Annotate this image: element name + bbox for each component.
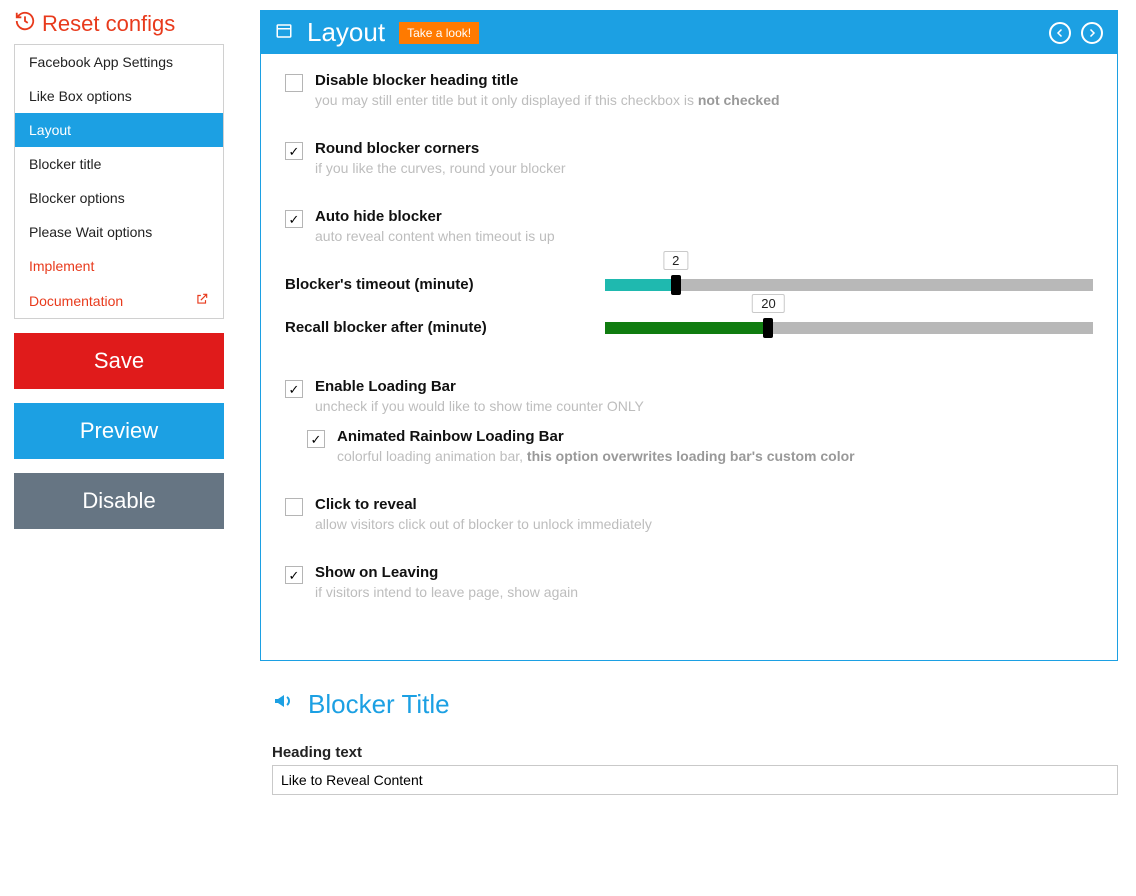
field-label: Disable blocker heading title — [315, 72, 780, 89]
reset-configs-label: Reset configs — [42, 11, 175, 37]
heading-text-label: Heading text — [272, 744, 1118, 761]
slider-row-timeout: Blocker's timeout (minute)2 — [285, 276, 1093, 293]
sidebar-item-layout[interactable]: Layout — [15, 113, 223, 147]
sidebar-item-blocker-options[interactable]: Blocker options — [15, 181, 223, 215]
field-desc: you may still enter title but it only di… — [315, 92, 780, 108]
section-title: Blocker Title — [308, 689, 450, 720]
checkbox-click-reveal[interactable] — [285, 498, 303, 516]
sidebar-item-please-wait-options[interactable]: Please Wait options — [15, 215, 223, 249]
history-icon — [14, 10, 36, 38]
checkbox-show-leaving[interactable] — [285, 566, 303, 584]
field-enable-loading: Enable Loading Bar uncheck if you would l… — [285, 378, 1093, 414]
take-a-look-chip[interactable]: Take a look! — [399, 22, 479, 44]
field-auto-hide: Auto hide blocker auto reveal content whe… — [285, 208, 1093, 244]
checkbox-auto-hide[interactable] — [285, 210, 303, 228]
slider-label: Blocker's timeout (minute) — [285, 276, 605, 293]
field-disable-heading: Disable blocker heading title you may sti… — [285, 72, 1093, 108]
external-link-icon — [195, 292, 209, 309]
field-show-leaving: Show on Leaving if visitors intend to lea… — [285, 564, 1093, 600]
disable-button[interactable]: Disable — [14, 473, 224, 529]
slider-handle[interactable] — [671, 275, 681, 295]
slider-handle[interactable] — [763, 318, 773, 338]
sidebar-item-documentation[interactable]: Documentation — [15, 283, 223, 318]
layout-panel: Layout Take a look! Disable blocker head… — [260, 10, 1118, 661]
heading-text-input[interactable] — [272, 765, 1118, 795]
sidebar-item-label: Like Box options — [29, 88, 132, 104]
field-label: Show on Leaving — [315, 564, 578, 581]
sidebar-item-facebook-app-settings[interactable]: Facebook App Settings — [15, 45, 223, 79]
slider-fill — [605, 279, 676, 291]
sidebar-item-blocker-title[interactable]: Blocker title — [15, 147, 223, 181]
sidebar-item-label: Facebook App Settings — [29, 54, 173, 70]
slider-recall[interactable]: 20 — [605, 322, 1093, 334]
nav-next-button[interactable] — [1081, 22, 1103, 44]
sidebar-nav: Facebook App Settings Like Box options Lay… — [14, 44, 224, 319]
sidebar-item-label: Layout — [29, 122, 71, 138]
field-round-corners: Round blocker corners if you like the cur… — [285, 140, 1093, 176]
field-desc: if visitors intend to leave page, show a… — [315, 584, 578, 600]
field-rainbow: Animated Rainbow Loading Bar colorful loa… — [307, 428, 1093, 464]
megaphone-icon — [272, 689, 296, 720]
sidebar-item-label: Please Wait options — [29, 224, 152, 240]
nav-prev-button[interactable] — [1049, 22, 1071, 44]
checkbox-round-corners[interactable] — [285, 142, 303, 160]
slider-timeout[interactable]: 2 — [605, 279, 1093, 291]
panel-header: Layout Take a look! — [261, 11, 1117, 54]
field-label: Enable Loading Bar — [315, 378, 644, 395]
panel-title: Layout — [307, 17, 385, 48]
slider-fill — [605, 322, 768, 334]
checkbox-enable-loading[interactable] — [285, 380, 303, 398]
field-desc: uncheck if you would like to show time c… — [315, 398, 644, 414]
slider-value: 20 — [752, 294, 784, 313]
save-button[interactable]: Save — [14, 333, 224, 389]
field-desc: auto reveal content when timeout is up — [315, 228, 555, 244]
sidebar-item-label: Documentation — [29, 293, 123, 309]
sidebar-item-label: Implement — [29, 258, 94, 274]
field-label: Round blocker corners — [315, 140, 566, 157]
sidebar-item-label: Blocker options — [29, 190, 125, 206]
field-desc: if you like the curves, round your block… — [315, 160, 566, 176]
blocker-title-section: Blocker Title Heading text — [260, 689, 1118, 795]
field-label: Auto hide blocker — [315, 208, 555, 225]
window-icon — [275, 22, 293, 43]
preview-button[interactable]: Preview — [14, 403, 224, 459]
sidebar-item-label: Blocker title — [29, 156, 101, 172]
slider-value: 2 — [663, 251, 688, 270]
sidebar-item-like-box-options[interactable]: Like Box options — [15, 79, 223, 113]
sidebar-item-implement[interactable]: Implement — [15, 249, 223, 283]
field-desc: colorful loading animation bar, this opt… — [337, 448, 855, 464]
field-desc: allow visitors click out of blocker to u… — [315, 516, 652, 532]
field-label: Animated Rainbow Loading Bar — [337, 428, 855, 445]
slider-row-recall: Recall blocker after (minute)20 — [285, 319, 1093, 336]
slider-label: Recall blocker after (minute) — [285, 319, 605, 336]
field-label: Click to reveal — [315, 496, 652, 513]
field-click-reveal: Click to reveal allow visitors click out … — [285, 496, 1093, 532]
reset-configs-link[interactable]: Reset configs — [14, 10, 224, 38]
checkbox-rainbow[interactable] — [307, 430, 325, 448]
checkbox-disable-heading[interactable] — [285, 74, 303, 92]
